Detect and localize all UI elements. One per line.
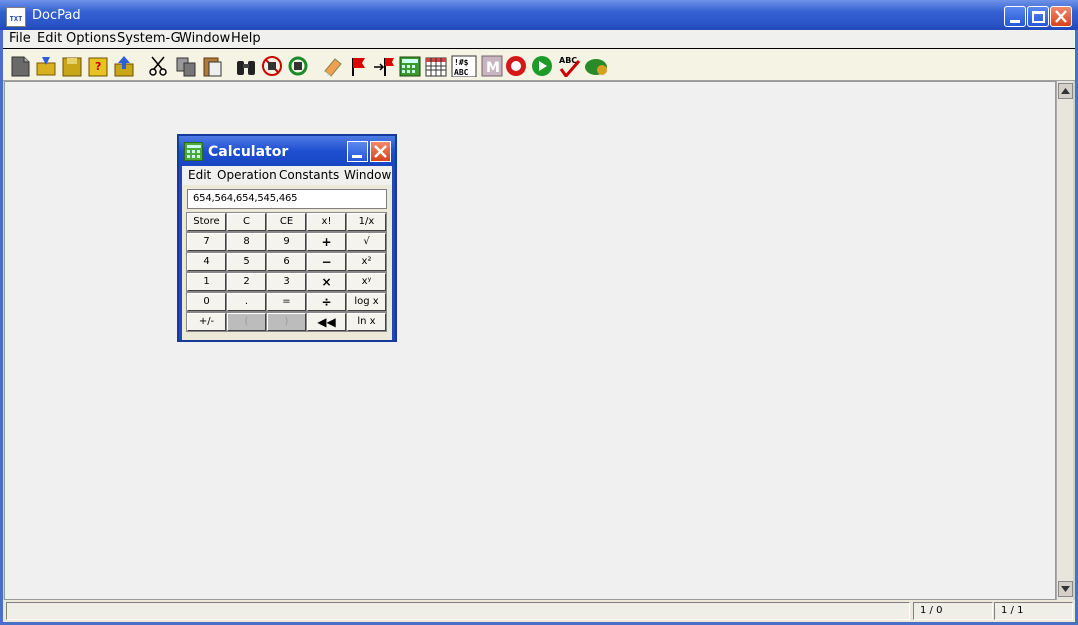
scroll-up-arrow-icon[interactable] [1058,83,1073,99]
eraser-icon[interactable] [321,55,343,77]
key-one-button[interactable]: 1 [186,272,227,292]
key-multiply-button[interactable]: × [306,272,347,292]
minimize-button[interactable] [1004,6,1026,27]
key-store-button[interactable]: Store [186,212,227,232]
svg-text:M: M [486,60,500,76]
menu-file[interactable]: File [9,31,31,46]
calculator-display[interactable]: 654,564,654,545,465 [187,189,387,209]
calculator-body: 654,564,654,545,465 Store C CE x! 1/x 7 8 9 + √ 4 5… [182,185,392,340]
key-clear-entry-button[interactable]: CE [266,212,307,232]
svg-text:ABC: ABC [454,68,469,77]
close-button[interactable] [1050,6,1072,27]
open-folder-icon[interactable] [35,55,57,77]
key-three-button[interactable]: 3 [266,272,307,292]
key-minus-button[interactable]: − [306,252,347,272]
key-close-paren-button[interactable]: ) [266,312,307,332]
new-document-icon[interactable] [9,55,31,77]
find-binoculars-icon[interactable] [235,55,257,77]
save-icon[interactable] [61,55,83,77]
paste-icon[interactable] [201,55,223,77]
vertical-scrollbar[interactable] [1056,81,1073,600]
svg-text:!#$: !#$ [454,58,469,67]
maximize-button[interactable] [1027,6,1049,27]
status-page: 1 / 1 [994,602,1073,620]
calculator-minimize-button[interactable] [347,141,368,162]
key-square-button[interactable]: x² [346,252,387,272]
special-chars-icon[interactable]: !#$ABC [451,55,477,77]
plugin-blob-icon[interactable] [584,55,610,77]
copy-icon[interactable] [175,55,197,77]
flag-icon[interactable] [347,55,369,77]
txt-file-icon: TXT [6,7,26,27]
key-five-button[interactable]: 5 [226,252,267,272]
key-equals-button[interactable]: = [266,292,307,312]
table-grid-icon[interactable] [425,55,447,77]
key-eight-button[interactable]: 8 [226,232,267,252]
key-nine-button[interactable]: 9 [266,232,307,252]
menu-window[interactable]: Window [179,31,230,46]
window-title: DocPad [32,8,81,23]
key-zero-button[interactable]: 0 [186,292,227,312]
calc-menu-constants[interactable]: Constants [279,168,339,182]
key-clear-button[interactable]: C [226,212,267,232]
cut-icon[interactable] [147,55,169,77]
scroll-down-arrow-icon[interactable] [1058,581,1073,597]
goto-flag-icon[interactable] [373,55,395,77]
status-position: 1 / 0 [913,602,993,620]
calc-menu-window[interactable]: Window [344,168,391,182]
key-ln-button[interactable]: ln x [346,312,387,332]
replace-cycle-icon[interactable] [287,55,309,77]
no-replace-icon[interactable] [261,55,283,77]
key-decimal-button[interactable]: . [226,292,267,312]
key-six-button[interactable]: 6 [266,252,307,272]
title-bar[interactable]: TXT DocPad [0,0,1078,30]
status-message [6,602,910,620]
svg-text:?: ? [95,60,101,73]
menu-help[interactable]: Help [231,31,261,46]
calculator-title: Calculator [208,144,289,160]
menu-system-g[interactable]: System-G [117,31,181,46]
key-divide-button[interactable]: ÷ [306,292,347,312]
spellcheck-icon[interactable]: ABC [557,55,583,77]
key-seven-button[interactable]: 7 [186,232,227,252]
save-as-icon[interactable]: ? [87,55,109,77]
record-icon[interactable] [505,55,527,77]
key-backspace-button[interactable]: ◀◀ [306,312,347,332]
toolbar: ? !#$ ABC M ABC [3,48,1075,81]
calculator-close-button[interactable] [370,141,391,162]
calc-menu-operation[interactable]: Operation [217,168,277,182]
upload-icon[interactable] [113,55,135,77]
key-sqrt-button[interactable]: √ [346,232,387,252]
calculator-menu-bar: Edit Operation Constants Window [182,166,392,185]
key-two-button[interactable]: 2 [226,272,267,292]
key-power-button[interactable]: xʸ [346,272,387,292]
macro-m-icon[interactable]: M [481,55,503,77]
calculator-icon [184,142,203,161]
menu-bar: File Edit Options System-G Window Help [3,30,1075,48]
menu-options[interactable]: Options [66,31,116,46]
status-bar: 1 / 0 1 / 1 [3,600,1075,622]
document-workspace[interactable] [4,81,1056,600]
key-negate-button[interactable]: +/- [186,312,227,332]
play-icon[interactable] [531,55,553,77]
key-open-paren-button[interactable]: ( [226,312,267,332]
calculator-icon[interactable] [399,55,421,77]
key-four-button[interactable]: 4 [186,252,227,272]
key-reciprocal-button[interactable]: 1/x [346,212,387,232]
key-factorial-button[interactable]: x! [306,212,347,232]
calc-menu-edit[interactable]: Edit [188,168,211,182]
calculator-title-bar[interactable]: Calculator [179,136,395,166]
key-plus-button[interactable]: + [306,232,347,252]
menu-edit[interactable]: Edit [37,31,62,46]
svg-text:ABC: ABC [559,56,577,65]
calculator-window[interactable]: Calculator Edit Operation Constants Wind… [177,134,397,342]
key-log-button[interactable]: log x [346,292,387,312]
